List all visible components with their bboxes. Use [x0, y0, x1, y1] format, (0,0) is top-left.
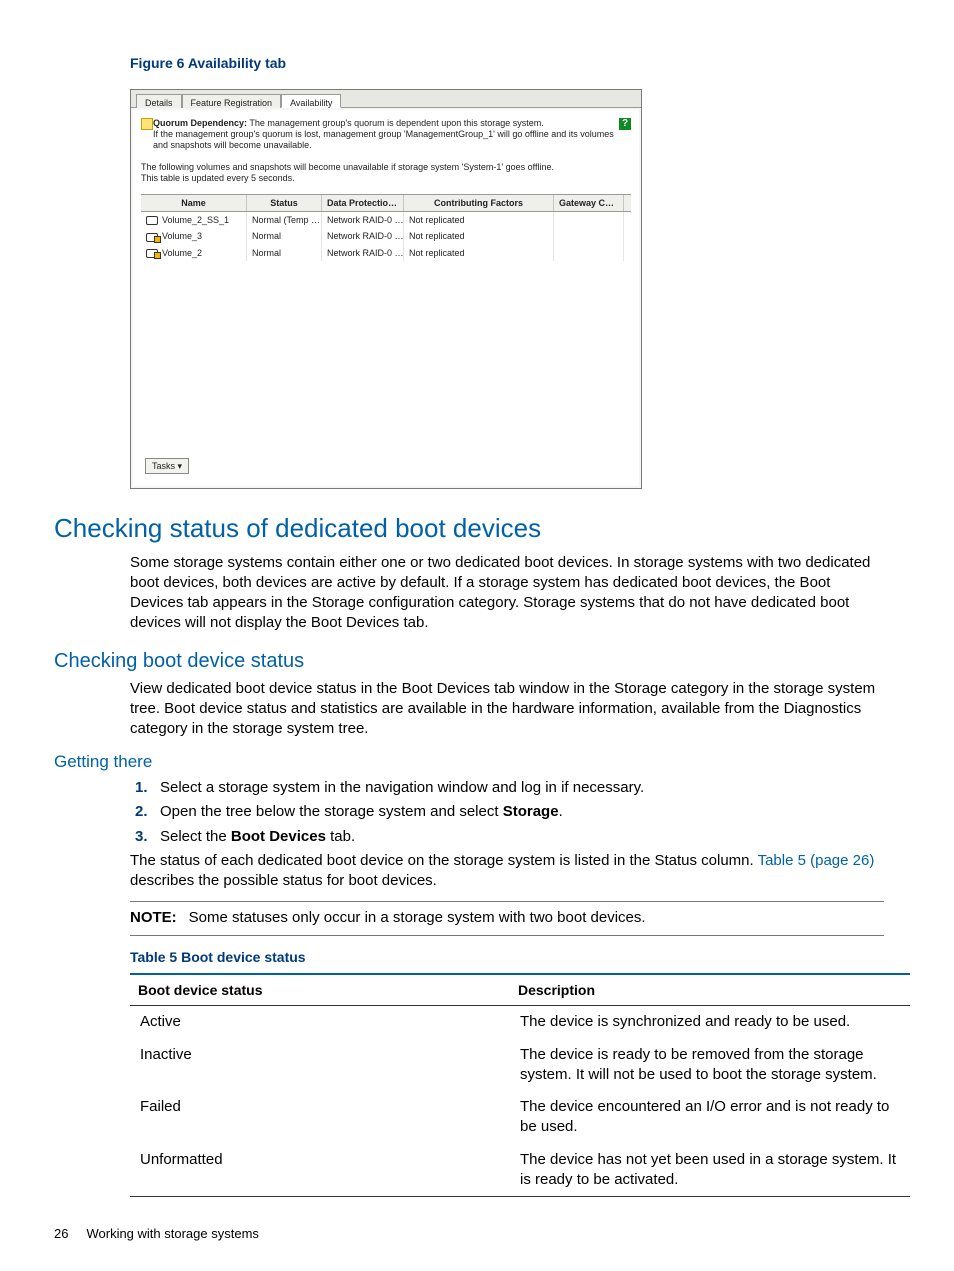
- col-boot-status: Boot device status: [130, 975, 510, 1006]
- info-text: The following volumes and snapshots will…: [141, 162, 631, 185]
- cell-status: Normal: [247, 245, 322, 261]
- cell-gateway: [554, 228, 624, 244]
- cell-desc: The device encountered an I/O error and …: [510, 1097, 910, 1138]
- steps-list: Select a storage system in the navigatio…: [130, 778, 884, 847]
- cell-gateway: [554, 245, 624, 261]
- tab-feature-registration[interactable]: Feature Registration: [182, 94, 282, 108]
- heading-boot-device-status: Checking boot device status: [54, 648, 884, 675]
- cell-name: Volume_3: [162, 231, 202, 241]
- table-row[interactable]: Volume_3 Normal Network RAID-0 … Not rep…: [141, 228, 631, 244]
- tab-details[interactable]: Details: [136, 94, 182, 108]
- volume-icon: [146, 216, 158, 225]
- tab-bar: Details Feature Registration Availabilit…: [131, 90, 641, 108]
- col-gateway[interactable]: Gateway C…: [554, 195, 624, 211]
- heading-checking-status: Checking status of dedicated boot device…: [54, 511, 884, 546]
- cell-status: Unformatted: [130, 1150, 510, 1191]
- note-block: NOTE: Some statuses only occur in a stora…: [130, 901, 884, 935]
- table-caption: Table 5 Boot device status: [130, 948, 884, 967]
- volume-icon: [146, 233, 158, 242]
- cell-contrib: Not replicated: [404, 228, 554, 244]
- footer-section: Working with storage systems: [86, 1226, 258, 1241]
- cell-contrib: Not replicated: [404, 212, 554, 228]
- figure-caption: Figure 6 Availability tab: [130, 54, 884, 73]
- cell-status: Normal (Temp …: [247, 212, 322, 228]
- col-status[interactable]: Status: [247, 195, 322, 211]
- cell-gateway: [554, 212, 624, 228]
- cell-name: Volume_2_SS_1: [162, 215, 229, 225]
- table-row: Inactive The device is ready to be remov…: [130, 1039, 910, 1092]
- cell-status: Inactive: [130, 1045, 510, 1086]
- table-row[interactable]: Volume_2_SS_1 Normal (Temp … Network RAI…: [141, 212, 631, 228]
- step-item: Open the tree below the storage system a…: [160, 802, 884, 822]
- cell-data: Network RAID-0 …: [322, 212, 404, 228]
- warning-icon: [141, 118, 153, 130]
- col-name[interactable]: Name: [141, 195, 247, 211]
- cell-data: Network RAID-0 …: [322, 228, 404, 244]
- step-item: Select a storage system in the navigatio…: [160, 778, 884, 798]
- table-row: Failed The device encountered an I/O err…: [130, 1091, 910, 1144]
- step-item: Select the Boot Devices tab.: [160, 827, 884, 847]
- volume-icon: [146, 249, 158, 258]
- tab-availability[interactable]: Availability: [281, 94, 341, 108]
- table-row: Active The device is synchronized and re…: [130, 1006, 910, 1038]
- page-number: 26: [54, 1226, 68, 1241]
- cell-desc: The device has not yet been used in a st…: [510, 1150, 910, 1191]
- paragraph: The status of each dedicated boot device…: [130, 851, 884, 892]
- table-5-link[interactable]: Table 5 (page 26): [758, 852, 875, 869]
- page-footer: 26 Working with storage systems: [54, 1225, 259, 1243]
- heading-getting-there: Getting there: [54, 751, 884, 774]
- col-data[interactable]: Data Protectio…: [322, 195, 404, 211]
- boot-device-status-table: Boot device status Description Active Th…: [130, 973, 910, 1198]
- table-header: Name Status Data Protectio… Contributing…: [141, 194, 631, 212]
- col-description: Description: [510, 975, 910, 1006]
- cell-status: Normal: [247, 228, 322, 244]
- cell-name: Volume_2: [162, 248, 202, 258]
- cell-contrib: Not replicated: [404, 245, 554, 261]
- cell-data: Network RAID-0 …: [322, 245, 404, 261]
- cell-desc: The device is synchronized and ready to …: [510, 1012, 910, 1032]
- col-contrib[interactable]: Contributing Factors: [404, 195, 554, 211]
- paragraph: Some storage systems contain either one …: [130, 553, 884, 634]
- paragraph: View dedicated boot device status in the…: [130, 679, 884, 740]
- table-row[interactable]: Volume_2 Normal Network RAID-0 … Not rep…: [141, 245, 631, 261]
- table-row: Unformatted The device has not yet been …: [130, 1144, 910, 1197]
- cell-desc: The device is ready to be removed from t…: [510, 1045, 910, 1086]
- help-icon[interactable]: ?: [619, 118, 631, 130]
- note-text: Some statuses only occur in a storage sy…: [189, 909, 646, 926]
- note-label: NOTE:: [130, 909, 177, 926]
- availability-tab-screenshot: Details Feature Registration Availabilit…: [130, 89, 642, 490]
- tasks-button[interactable]: Tasks ▾: [145, 458, 189, 474]
- cell-status: Failed: [130, 1097, 510, 1138]
- quorum-warning-text: Quorum Dependency: The management group'…: [153, 118, 619, 152]
- table-body: Volume_2_SS_1 Normal (Temp … Network RAI…: [141, 212, 631, 452]
- cell-status: Active: [130, 1012, 510, 1032]
